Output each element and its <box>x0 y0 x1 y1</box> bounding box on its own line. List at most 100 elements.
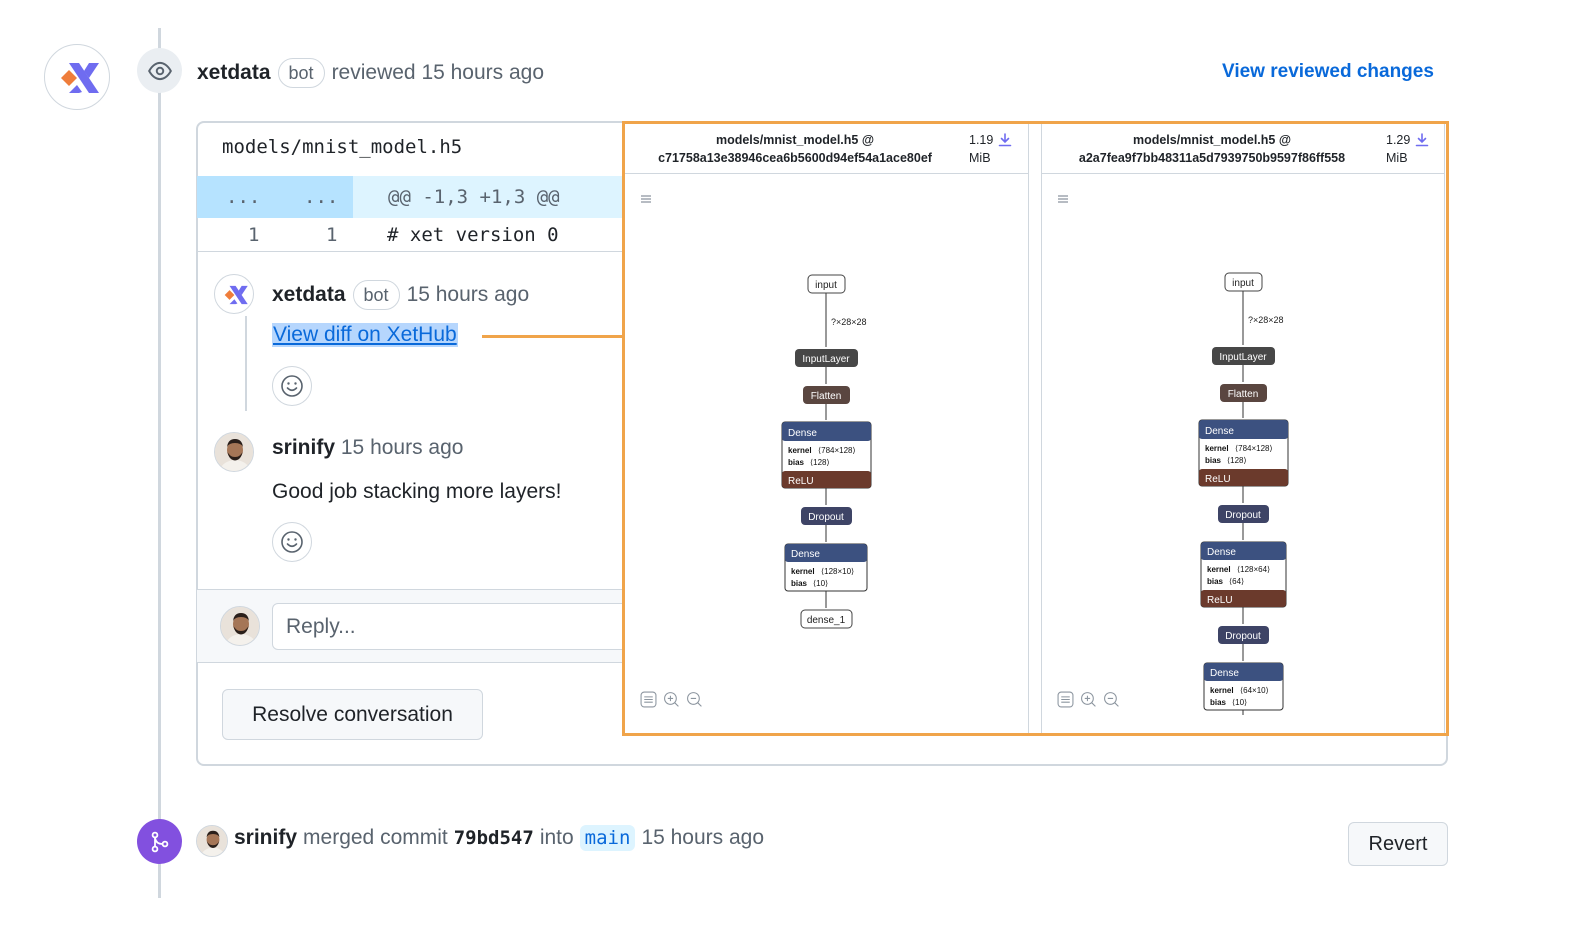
svg-text:⟨128⟩: ⟨128⟩ <box>1227 456 1247 465</box>
svg-text:Flatten: Flatten <box>1228 389 1259 400</box>
node-input-layer[interactable]: InputLayer <box>1212 347 1275 365</box>
view-reviewed-changes-link[interactable]: View reviewed changes <box>1222 61 1434 83</box>
comment1-bot-badge: bot <box>352 280 400 310</box>
node-input[interactable]: input <box>807 274 846 294</box>
hunk-right-dots[interactable]: ... <box>304 186 338 208</box>
size-unit: MiB <box>1386 151 1408 165</box>
node-flatten[interactable]: Flatten <box>1220 384 1267 402</box>
node-dense-1[interactable]: Dense kernel ⟨784×128⟩ bias ⟨128⟩ ReLU <box>1198 419 1289 487</box>
shape-label: ?×28×28 <box>1248 315 1284 325</box>
comment1-time[interactable]: 15 hours ago <box>407 283 530 307</box>
svg-text:⟨10⟩: ⟨10⟩ <box>813 579 828 588</box>
download-icon[interactable] <box>1415 133 1429 147</box>
branch-name[interactable]: main <box>579 825 636 851</box>
panel-title-line1: models/mnist_model.h5 @ <box>715 133 875 147</box>
node-output[interactable]: dense_1 <box>800 609 853 629</box>
merge-event-line: srinify merged commit 79bd547 into main … <box>234 825 764 851</box>
svg-text:⟨64⟩: ⟨64⟩ <box>1229 577 1244 586</box>
comment2-author[interactable]: srinify <box>272 436 335 459</box>
commit-sha[interactable]: 79bd547 <box>454 827 534 849</box>
current-user-avatar <box>220 606 260 646</box>
srinify-avatar[interactable] <box>214 432 254 472</box>
size-value: 1.19 <box>969 133 994 147</box>
bot-badge: bot <box>277 58 325 88</box>
list-icon[interactable] <box>1057 691 1074 708</box>
svg-text:⟨10⟩: ⟨10⟩ <box>1232 698 1247 707</box>
zoom-in-icon[interactable] <box>663 691 680 708</box>
comment1-author[interactable]: xetdata <box>272 283 346 307</box>
revert-button[interactable]: Revert <box>1348 822 1448 866</box>
svg-text:InputLayer: InputLayer <box>802 354 850 365</box>
svg-text:Dense: Dense <box>1207 547 1236 558</box>
add-reaction-button[interactable] <box>272 522 312 562</box>
svg-text:ReLU: ReLU <box>1205 474 1231 485</box>
node-dense-2[interactable]: Dense kernel ⟨128×64⟩ bias ⟨64⟩ ReLU <box>1200 541 1287 608</box>
model-panel-left: models/mnist_model.h5 @ c71758a13e38946c… <box>625 124 1029 733</box>
node-input[interactable]: input <box>1224 272 1263 292</box>
model-graph-left: input ?×28×28 InputLayer Flatten Dense k… <box>781 274 872 629</box>
svg-text:kernel: kernel <box>1207 565 1231 574</box>
xetdata-comment-avatar[interactable] <box>214 274 254 314</box>
svg-text:⟨128⟩: ⟨128⟩ <box>810 458 830 467</box>
svg-text:ReLU: ReLU <box>1207 595 1233 606</box>
zoom-out-icon[interactable] <box>686 691 703 708</box>
svg-text:Dense: Dense <box>1205 426 1234 437</box>
svg-text:Dense: Dense <box>788 428 817 439</box>
node-dense-3[interactable]: Dense kernel ⟨64×10⟩ bias ⟨10⟩ <box>1203 662 1284 711</box>
svg-text:bias: bias <box>1207 577 1224 586</box>
new-line-number[interactable]: 1 <box>326 224 337 246</box>
svg-text:⟨784×128⟩: ⟨784×128⟩ <box>1235 444 1273 453</box>
node-dropout[interactable]: Dropout <box>801 507 852 525</box>
timeline-rail <box>158 28 161 898</box>
smiley-icon <box>281 375 303 397</box>
svg-text:Dense: Dense <box>791 549 820 560</box>
shape-label: ?×28×28 <box>831 317 867 327</box>
merge-icon <box>151 831 168 852</box>
svg-text:Flatten: Flatten <box>811 391 842 402</box>
reply-input[interactable] <box>272 603 632 650</box>
node-dropout-1[interactable]: Dropout <box>1218 505 1269 523</box>
node-flatten[interactable]: Flatten <box>803 386 850 404</box>
list-icon[interactable] <box>640 691 657 708</box>
review-author[interactable]: xetdata <box>197 61 271 85</box>
smiley-icon <box>281 531 303 553</box>
diff-file-name[interactable]: models/mnist_model.h5 <box>222 136 462 158</box>
panel-header-right: models/mnist_model.h5 @ a2a7fea9f7bb4831… <box>1042 124 1444 174</box>
panel-header-left: models/mnist_model.h5 @ c71758a13e38946c… <box>625 124 1028 174</box>
svg-text:kernel: kernel <box>791 567 815 576</box>
merge-time[interactable]: 15 hours ago <box>641 826 764 850</box>
node-dropout-2[interactable]: Dropout <box>1218 626 1269 644</box>
svg-text:kernel: kernel <box>1205 444 1229 453</box>
comment2-header: srinify 15 hours ago <box>272 436 463 460</box>
hunk-left-dots[interactable]: ... <box>226 186 260 208</box>
panel-size-left: 1.19 MiB <box>969 131 993 167</box>
merge-author-avatar[interactable] <box>196 825 228 857</box>
xetdata-avatar[interactable] <box>44 44 110 110</box>
hunk-header-text: @@ -1,3 +1,3 @@ <box>388 186 560 208</box>
view-diff-on-xethub-link[interactable]: View diff on XetHub <box>272 323 458 347</box>
svg-text:Dropout: Dropout <box>1225 510 1261 521</box>
resolve-conversation-button[interactable]: Resolve conversation <box>222 689 483 740</box>
user-photo-icon <box>215 433 253 471</box>
svg-text:⟨64×10⟩: ⟨64×10⟩ <box>1240 686 1269 695</box>
svg-text:Dropout: Dropout <box>1225 631 1261 642</box>
zoom-out-icon[interactable] <box>1103 691 1120 708</box>
panel-size-right: 1.29 MiB <box>1386 131 1410 167</box>
comment-thread-line <box>245 316 247 411</box>
node-dense-1[interactable]: Dense kernel ⟨784×128⟩ bias ⟨128⟩ ReLU <box>781 421 872 489</box>
svg-text:input: input <box>815 280 837 291</box>
zoom-in-icon[interactable] <box>1080 691 1097 708</box>
download-icon[interactable] <box>998 133 1012 147</box>
merge-into: into <box>539 826 574 849</box>
model-graph-right: input ?×28×28 InputLayer Flatten Dense k… <box>1198 272 1289 715</box>
comment2-time[interactable]: 15 hours ago <box>341 436 464 459</box>
eye-icon <box>147 61 172 80</box>
merge-author[interactable]: srinify <box>234 826 297 850</box>
node-dense-2[interactable]: Dense kernel ⟨128×10⟩ bias ⟨10⟩ <box>784 543 868 592</box>
review-header: xetdata bot reviewed 15 hours ago <box>197 58 544 88</box>
add-reaction-button[interactable] <box>272 366 312 406</box>
comment2-body: Good job stacking more layers! <box>272 480 562 503</box>
svg-text:⟨128×10⟩: ⟨128×10⟩ <box>821 567 854 576</box>
node-input-layer[interactable]: InputLayer <box>795 349 858 367</box>
old-line-number[interactable]: 1 <box>248 224 259 246</box>
